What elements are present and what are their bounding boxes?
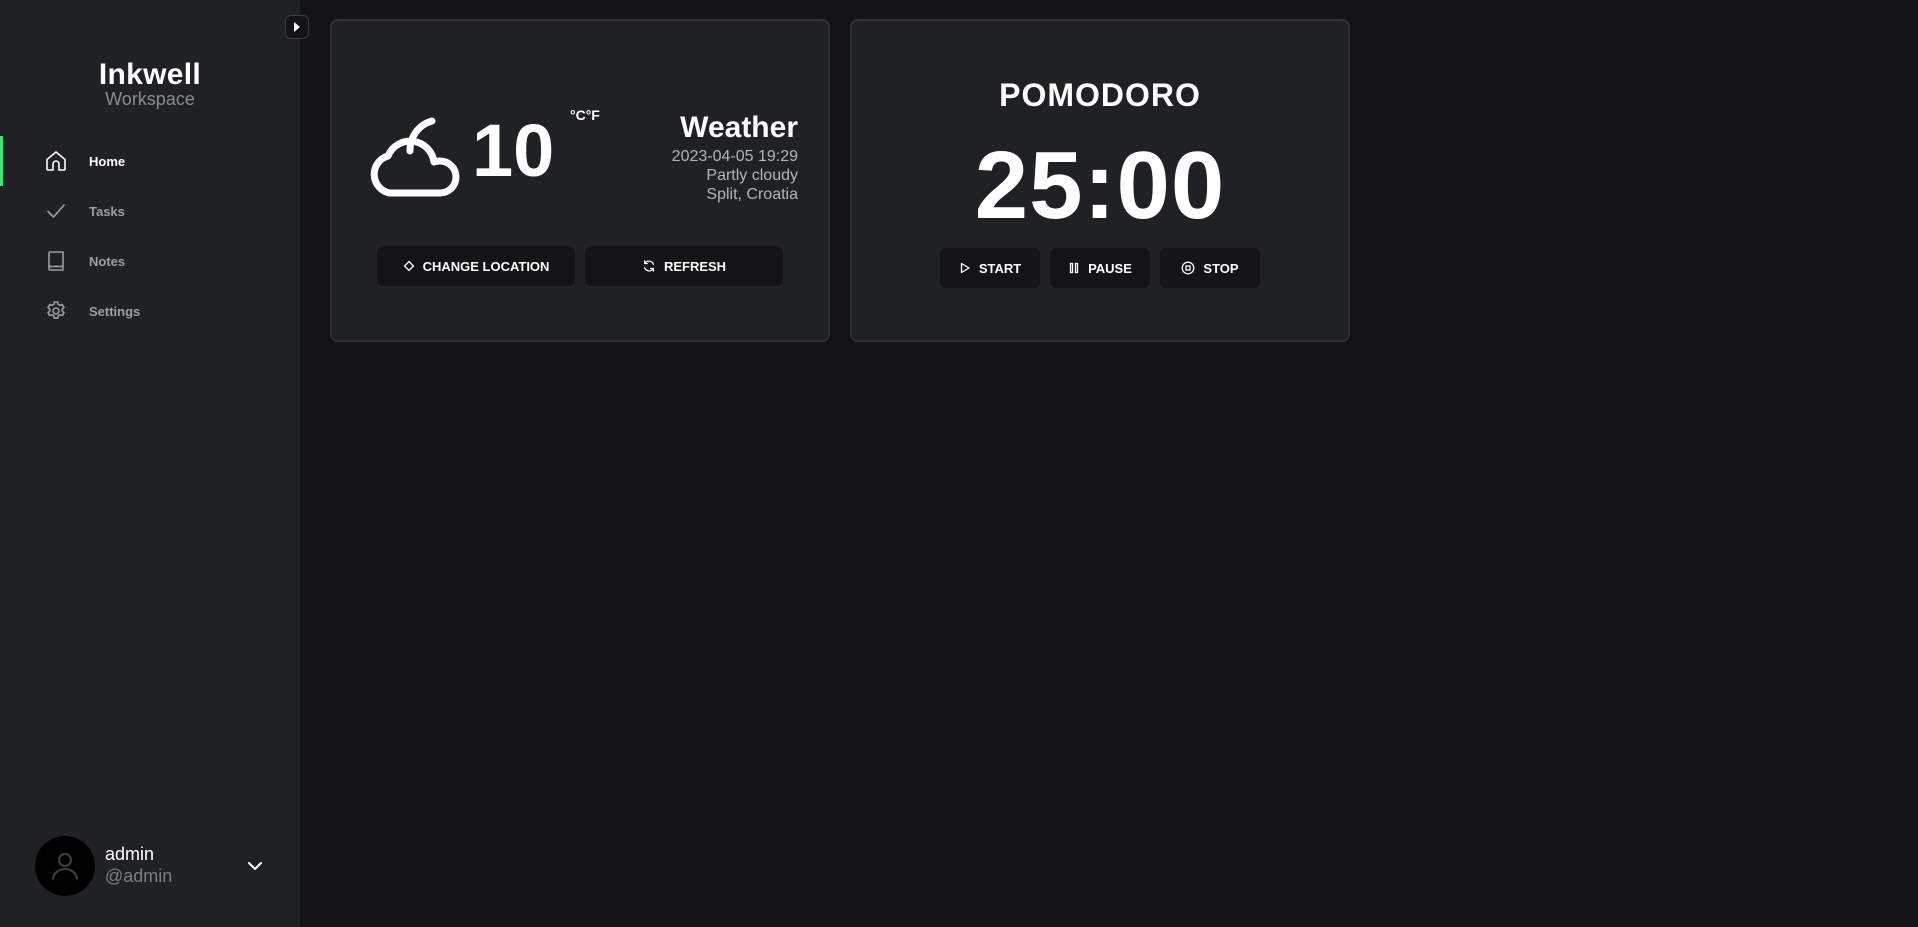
weather-title: Weather <box>680 111 798 144</box>
location-icon <box>403 260 414 272</box>
pause-button[interactable]: PAUSE <box>1050 248 1150 288</box>
refresh-label: REFRESH <box>663 258 727 274</box>
refresh-button[interactable]: REFRESH <box>585 246 783 286</box>
sidebar-item-home[interactable]: Home <box>0 136 300 186</box>
sidebar-item-settings[interactable]: Settings <box>0 286 300 336</box>
play-icon <box>960 262 970 274</box>
weather-location: Split, Croatia <box>706 186 798 203</box>
pomodoro-timer: 25:00 <box>974 132 1226 239</box>
weather-datetime: 2023-04-05 19:29 <box>671 148 798 165</box>
sidebar-item-notes[interactable]: Notes <box>0 236 300 286</box>
brand-subtitle: Workspace <box>105 89 195 109</box>
user-name: admin <box>105 844 155 864</box>
pomodoro-title: POMODORO <box>999 77 1201 113</box>
sidebar: Inkwell Workspace Home Tasks Notes Setti… <box>0 0 300 927</box>
change-location-button[interactable]: CHANGE LOCATION <box>377 246 575 286</box>
weather-condition: Partly cloudy <box>706 167 798 184</box>
sidebar-collapse-button[interactable] <box>285 15 309 39</box>
user-icon <box>51 852 79 880</box>
pause-icon <box>1069 262 1079 274</box>
pause-label: PAUSE <box>1088 260 1132 276</box>
brand-name: Inkwell <box>98 58 202 91</box>
home-icon <box>46 151 66 171</box>
book-icon <box>48 251 64 271</box>
start-button[interactable]: START <box>940 248 1040 288</box>
sidebar-item-label: Settings <box>89 303 141 319</box>
brand: Inkwell Workspace <box>0 58 300 109</box>
gear-icon <box>47 301 65 319</box>
avatar[interactable] <box>35 836 95 896</box>
user-handle: @admin <box>105 866 173 886</box>
sidebar-item-tasks[interactable]: Tasks <box>0 186 300 236</box>
user-profile: admin @admin <box>35 836 275 896</box>
refresh-icon <box>643 260 654 272</box>
sidebar-item-label: Tasks <box>89 203 125 219</box>
stop-icon <box>1181 261 1195 275</box>
sidebar-item-label: Home <box>89 153 126 169</box>
weather-info: 2023-04-05 19:29 Partly cloudy Split, Cr… <box>672 147 798 204</box>
cloud-icon <box>370 117 460 197</box>
chevron-down-icon[interactable] <box>243 854 267 878</box>
change-location-label: CHANGE LOCATION <box>422 258 550 274</box>
stop-button[interactable]: STOP <box>1160 248 1260 288</box>
temperature: 10 <box>472 109 555 192</box>
sidebar-nav: Home Tasks Notes Settings <box>0 136 300 336</box>
pomodoro-card: POMODORO 25:00 START PAUSE STOP <box>850 19 1350 342</box>
unit-toggle[interactable]: °C°F <box>570 107 600 123</box>
start-label: START <box>978 260 1022 276</box>
weather-card: 10 °C°F Weather 2023-04-05 19:29 Partly … <box>330 19 830 342</box>
sidebar-item-label: Notes <box>89 253 126 269</box>
stop-label: STOP <box>1203 260 1239 276</box>
check-icon <box>47 204 65 218</box>
caret-right-icon <box>294 22 300 32</box>
